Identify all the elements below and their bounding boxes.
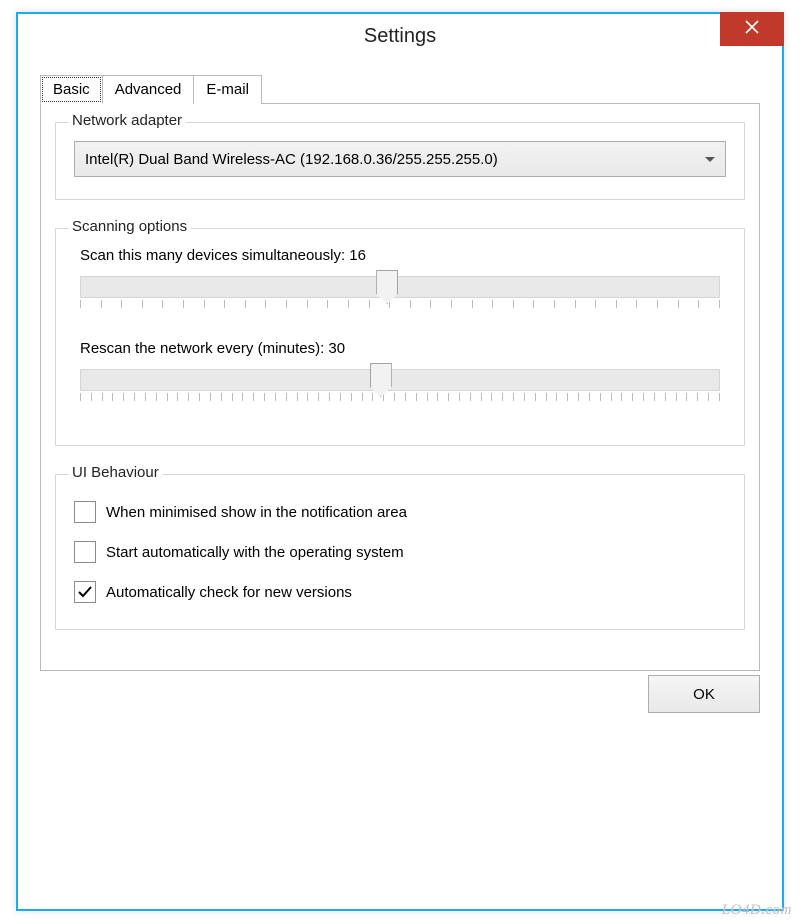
tab-basic-label: Basic [53,81,90,98]
tab-advanced[interactable]: Advanced [102,75,195,104]
checkbox-auto-check-versions[interactable]: Automatically check for new versions [74,581,726,603]
rescan-interval-label: Rescan the network every (minutes): 30 [80,340,726,357]
group-network-adapter: Network adapter Intel(R) Dual Band Wirel… [55,122,745,200]
tab-strip: Basic Advanced E-mail [40,74,760,103]
network-adapter-selected: Intel(R) Dual Band Wireless-AC (192.168.… [85,151,498,168]
client-area: Basic Advanced E-mail Network adapter In… [18,58,782,735]
tab-basic[interactable]: Basic [40,75,103,104]
chevron-down-icon [705,157,715,162]
simultaneous-devices-label: Scan this many devices simultaneously: 1… [80,247,726,264]
slider-thumb[interactable] [376,270,398,304]
simultaneous-devices-slider[interactable] [80,270,720,318]
checkbox-icon [74,541,96,563]
dialog-footer: OK [40,675,760,713]
rescan-interval-slider[interactable] [80,363,720,411]
close-button[interactable] [720,12,784,46]
slider-thumb[interactable] [370,363,392,397]
group-network-adapter-legend: Network adapter [68,112,186,129]
tab-panel-basic: Network adapter Intel(R) Dual Band Wirel… [40,103,760,671]
group-scanning-options-legend: Scanning options [68,218,191,235]
checkbox-label: Automatically check for new versions [106,584,352,601]
checkbox-label: When minimised show in the notification … [106,504,407,521]
slider-ticks [80,393,720,403]
window-title: Settings [364,25,436,48]
group-ui-behaviour-legend: UI Behaviour [68,464,163,481]
checkbox-icon [74,581,96,603]
checkbox-start-with-os[interactable]: Start automatically with the operating s… [74,541,726,563]
checkbox-icon [74,501,96,523]
slider-ticks [80,300,720,310]
watermark: LO4D.com [722,902,792,919]
ok-button-label: OK [693,686,715,703]
group-ui-behaviour: UI Behaviour When minimised show in the … [55,474,745,630]
titlebar[interactable]: Settings [18,14,782,58]
network-adapter-combobox[interactable]: Intel(R) Dual Band Wireless-AC (192.168.… [74,141,726,177]
slider-track [80,369,720,391]
settings-window: Settings Basic Advanced E-mail Network a… [16,12,784,911]
group-scanning-options: Scanning options Scan this many devices … [55,228,745,446]
slider-track [80,276,720,298]
tab-email[interactable]: E-mail [193,75,262,104]
tab-advanced-label: Advanced [115,81,182,98]
tab-email-label: E-mail [206,81,249,98]
checkbox-label: Start automatically with the operating s… [106,544,404,561]
ok-button[interactable]: OK [648,675,760,713]
close-icon [745,20,759,38]
checkbox-minimise-to-tray[interactable]: When minimised show in the notification … [74,501,726,523]
